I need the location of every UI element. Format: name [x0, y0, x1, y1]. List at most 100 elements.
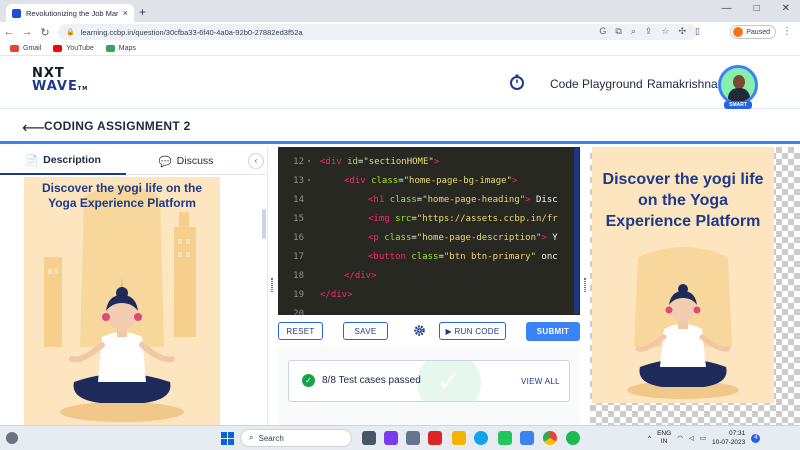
spotify-icon[interactable] — [566, 431, 580, 445]
right-splitter-handle[interactable] — [584, 278, 586, 292]
share-icon[interactable]: ⇪ — [645, 26, 653, 37]
clock[interactable]: 07:31 10-07-2023 — [712, 429, 745, 447]
code-token: <img — [368, 213, 396, 224]
run-code-button[interactable]: ▶ RUN CODE — [439, 322, 506, 340]
panel-tabs: 📄 Description 💬 Discuss ‹ — [0, 147, 268, 175]
code-line[interactable]: 14 <h1 class="home-page-heading"> Disc — [278, 190, 580, 209]
code-text: <button class="btn btn-primary" onc — [314, 252, 558, 262]
line-number: 14 — [293, 194, 304, 205]
code-token: class — [411, 251, 439, 262]
fold-marker-icon[interactable]: ▾ — [304, 177, 314, 184]
bookmark-maps[interactable]: Maps — [105, 45, 136, 52]
user-name[interactable]: Ramakrishna — [647, 77, 718, 91]
back-button[interactable]: ← — [0, 26, 18, 38]
photos-app-icon[interactable] — [520, 431, 534, 445]
tab-description[interactable]: 📄 Description — [0, 147, 126, 175]
minimize-button[interactable]: — — [722, 3, 732, 14]
taskview-icon[interactable] — [362, 431, 376, 445]
fold-marker-icon[interactable]: ▾ — [304, 158, 314, 165]
back-arrow-icon[interactable]: ⟵ — [22, 118, 45, 138]
save-button[interactable]: SAVE — [343, 322, 388, 340]
notification-badge[interactable]: 4 — [751, 433, 761, 443]
code-token: class — [389, 194, 417, 205]
stopwatch-icon[interactable] — [509, 74, 525, 90]
maximize-button[interactable]: □ — [754, 3, 760, 14]
chrome-icon[interactable] — [543, 431, 557, 445]
line-number: 13 — [293, 175, 304, 186]
windows-start-icon[interactable] — [221, 432, 234, 445]
collapse-panel-button[interactable]: ‹ — [248, 153, 264, 169]
view-all-link[interactable]: VIEW ALL — [521, 377, 560, 386]
camera-app-icon[interactable] — [406, 431, 420, 445]
yoga-scene-illustration — [24, 177, 220, 425]
code-token: <button — [368, 251, 412, 262]
new-tab-button[interactable]: + — [139, 5, 146, 19]
left-splitter-handle[interactable] — [271, 278, 273, 292]
reset-button[interactable]: RESET — [278, 322, 323, 340]
zoom-icon[interactable]: ⌕ — [631, 26, 636, 37]
profile-avatar — [733, 27, 744, 37]
line-number: 20 — [293, 308, 304, 316]
test-results-area: ✓ ✓ 8/8 Test cases passed VIEW ALL — [278, 346, 580, 425]
code-token: "home-page-heading" — [422, 194, 526, 205]
code-token: "https://assets.ccbp.in/fr — [416, 213, 558, 224]
chat-app-icon[interactable] — [384, 431, 398, 445]
code-token: > — [433, 156, 440, 167]
gear-icon[interactable] — [413, 324, 426, 337]
bookmark-youtube[interactable]: YouTube — [53, 45, 94, 52]
tray-overflow-icon[interactable]: ^ — [648, 435, 651, 442]
clock-date: 10-07-2023 — [711, 439, 746, 446]
code-line[interactable]: 13 ▾ <div class="home-page-bg-image"> — [278, 171, 580, 190]
code-text: <h1 class="home-page-heading"> Disc — [314, 195, 558, 205]
code-line[interactable]: 16 <p class="home-page-description"> Y — [278, 228, 580, 247]
taskbar-search-field[interactable]: ⌕ Search — [240, 429, 352, 447]
close-window-button[interactable]: ✕ — [782, 3, 790, 14]
code-line[interactable]: 12 ▾ <div id="sectionHOME"> — [278, 152, 580, 171]
profile-chip[interactable]: Paused — [730, 25, 776, 39]
code-line[interactable]: 20 — [278, 304, 580, 316]
code-token: </div> — [320, 289, 353, 300]
browser-tab[interactable]: Revolutionizing the Job Market | NxtWave… — [6, 4, 134, 22]
code-line[interactable]: 17 <button class="btn btn-primary" onc — [278, 247, 580, 266]
left-panel-scrollbar[interactable] — [262, 209, 266, 239]
logo-line2: WAVE — [32, 79, 78, 94]
side-panel-icon[interactable]: ▯ — [695, 26, 700, 37]
code-playground-link[interactable]: Code Playground — [550, 77, 643, 91]
mcafee-icon[interactable] — [428, 431, 442, 445]
forward-button[interactable]: → — [18, 26, 36, 38]
code-line[interactable]: 15 <img src="https://assets.ccbp.in/fr — [278, 209, 580, 228]
translate-icon[interactable]: ⧉ — [615, 26, 621, 37]
nxtwave-logo[interactable]: NXT WAVETM — [32, 67, 88, 96]
submit-button[interactable]: SUBMIT — [526, 322, 580, 341]
reload-button[interactable]: ↻ — [36, 26, 54, 39]
code-text: <p class="home-page-description"> Y — [314, 233, 558, 243]
store-app-icon[interactable] — [498, 431, 512, 445]
tab-discuss[interactable]: 💬 Discuss — [126, 147, 246, 175]
wifi-icon[interactable]: ◠ — [677, 434, 683, 442]
address-bar-actions: G ⧉ ⌕ ⇪ ☆ ✣ ▯ — [599, 26, 700, 37]
file-explorer-icon[interactable] — [452, 431, 466, 445]
language-indicator[interactable]: ENG IN — [657, 430, 671, 446]
bookmark-star-icon[interactable]: ☆ — [661, 26, 669, 37]
battery-icon[interactable]: ▭ — [700, 434, 706, 442]
weather-icon[interactable] — [6, 432, 18, 444]
code-editor[interactable]: 12 ▾ <div id="sectionHOME"> 13 ▾ <div class="… — [278, 147, 580, 315]
code-token: src — [395, 213, 412, 224]
line-number: 17 — [293, 251, 304, 262]
success-check-icon: ✓ — [437, 366, 461, 397]
tab-close-icon[interactable]: × — [123, 8, 128, 18]
bookmark-gmail[interactable]: Gmail — [10, 45, 41, 52]
user-avatar[interactable] — [718, 65, 758, 105]
output-home-section: Discover the yogi life on the Yoga Exper… — [592, 147, 774, 403]
editor-scrollbar[interactable] — [574, 148, 579, 314]
lock-icon: 🔒 — [66, 29, 75, 36]
volume-icon[interactable]: ◁ — [689, 434, 694, 442]
edge-icon[interactable] — [474, 431, 488, 445]
extensions-icon[interactable]: ✣ — [679, 26, 687, 37]
search-placeholder: Search — [258, 433, 284, 443]
browser-menu-icon[interactable]: ⋮ — [782, 26, 792, 37]
google-icon[interactable]: G — [599, 26, 606, 37]
app-header: NXT WAVETM Code Playground Ramakrishna S… — [0, 57, 800, 109]
code-line[interactable]: 18 </div> — [278, 266, 580, 285]
code-line[interactable]: 19 </div> — [278, 285, 580, 304]
